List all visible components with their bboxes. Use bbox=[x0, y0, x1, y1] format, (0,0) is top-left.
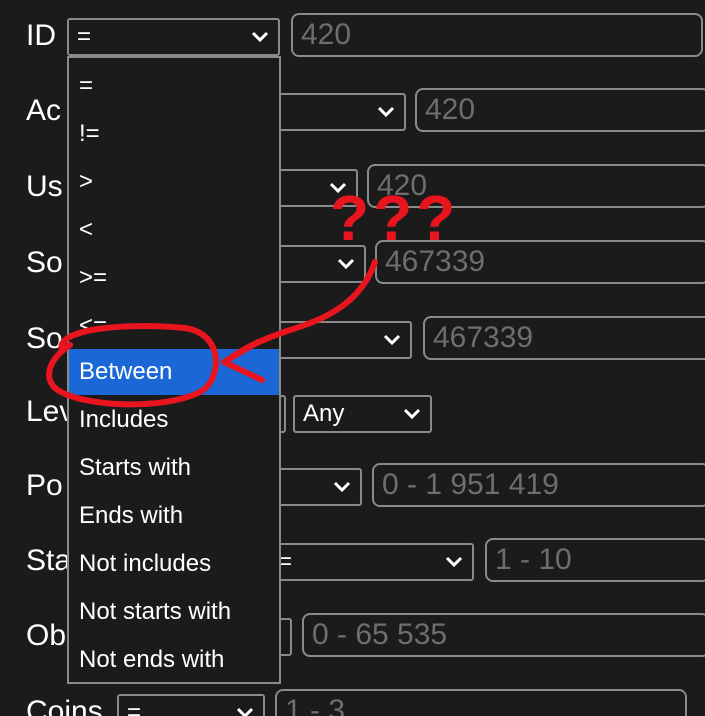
option-not-includes[interactable]: Not includes bbox=[69, 541, 279, 587]
option-greater-or-equal[interactable]: >= bbox=[69, 255, 279, 301]
row2-operator-select[interactable] bbox=[268, 93, 406, 131]
chevron-down-icon bbox=[251, 31, 269, 43]
row5-value-input[interactable]: 467339 bbox=[423, 316, 705, 360]
chevron-down-icon bbox=[377, 106, 395, 118]
chevron-down-icon bbox=[337, 258, 355, 270]
chevron-down-icon bbox=[383, 334, 401, 346]
row9-value-input[interactable]: 0 - 65 535 bbox=[302, 613, 705, 657]
chevron-down-icon bbox=[333, 481, 351, 493]
row4-operator-select[interactable] bbox=[268, 245, 366, 283]
row3-operator-select[interactable] bbox=[268, 169, 358, 207]
option-not-starts-with[interactable]: Not starts with bbox=[69, 589, 279, 635]
level-select[interactable]: Any bbox=[293, 395, 432, 433]
option-not-equals[interactable]: != bbox=[69, 111, 279, 157]
row3-value-input[interactable]: 420 bbox=[367, 164, 705, 208]
row7-value-input[interactable]: 0 - 1 951 419 bbox=[372, 463, 705, 507]
id-operator-value: = bbox=[77, 23, 92, 50]
row-label-2: Ac bbox=[26, 94, 62, 127]
chevron-down-icon bbox=[445, 556, 463, 568]
option-includes[interactable]: Includes bbox=[69, 397, 279, 443]
option-starts-with[interactable]: Starts with bbox=[69, 445, 279, 491]
chevron-down-icon bbox=[329, 182, 347, 194]
option-less-than[interactable]: < bbox=[69, 207, 279, 253]
option-greater-than[interactable]: > bbox=[69, 159, 279, 205]
row-label-9: Ob bbox=[26, 619, 67, 652]
option-equals[interactable]: = bbox=[69, 63, 279, 109]
row-label-4: So bbox=[26, 246, 63, 279]
id-value-input[interactable]: 420 bbox=[291, 13, 703, 57]
option-between[interactable]: Between bbox=[69, 349, 279, 395]
row8-value-input[interactable]: 1 - 10 bbox=[485, 538, 705, 582]
operator-dropdown-list[interactable]: = != > < >= <= Between Includes Starts w… bbox=[67, 56, 281, 684]
level-select-value: Any bbox=[303, 400, 345, 427]
option-ends-with[interactable]: Ends with bbox=[69, 493, 279, 539]
coins-value-input[interactable]: 1 - 3 bbox=[275, 689, 687, 716]
option-less-or-equal[interactable]: <= bbox=[69, 303, 279, 349]
row-label-8: Sta bbox=[26, 544, 72, 577]
row-label-7: Po bbox=[26, 469, 63, 502]
row-label-id: ID bbox=[26, 19, 56, 52]
option-not-ends-with[interactable]: Not ends with bbox=[69, 637, 279, 683]
chevron-down-icon bbox=[236, 707, 254, 716]
row5-operator-select[interactable] bbox=[268, 321, 412, 359]
row-label-5: So bbox=[26, 322, 63, 355]
row-label-coins: Coins bbox=[26, 695, 103, 716]
row8-operator-select[interactable]: = bbox=[268, 543, 474, 581]
row2-value-input[interactable]: 420 bbox=[415, 88, 705, 132]
coins-operator-value: = bbox=[127, 699, 142, 716]
row-label-3: Us bbox=[26, 170, 63, 203]
row4-value-input[interactable]: 467339 bbox=[375, 240, 705, 284]
chevron-down-icon bbox=[403, 408, 421, 420]
id-operator-select[interactable]: = bbox=[67, 18, 280, 56]
coins-operator-select[interactable]: = bbox=[117, 694, 265, 716]
row7-operator-select[interactable] bbox=[268, 468, 362, 506]
